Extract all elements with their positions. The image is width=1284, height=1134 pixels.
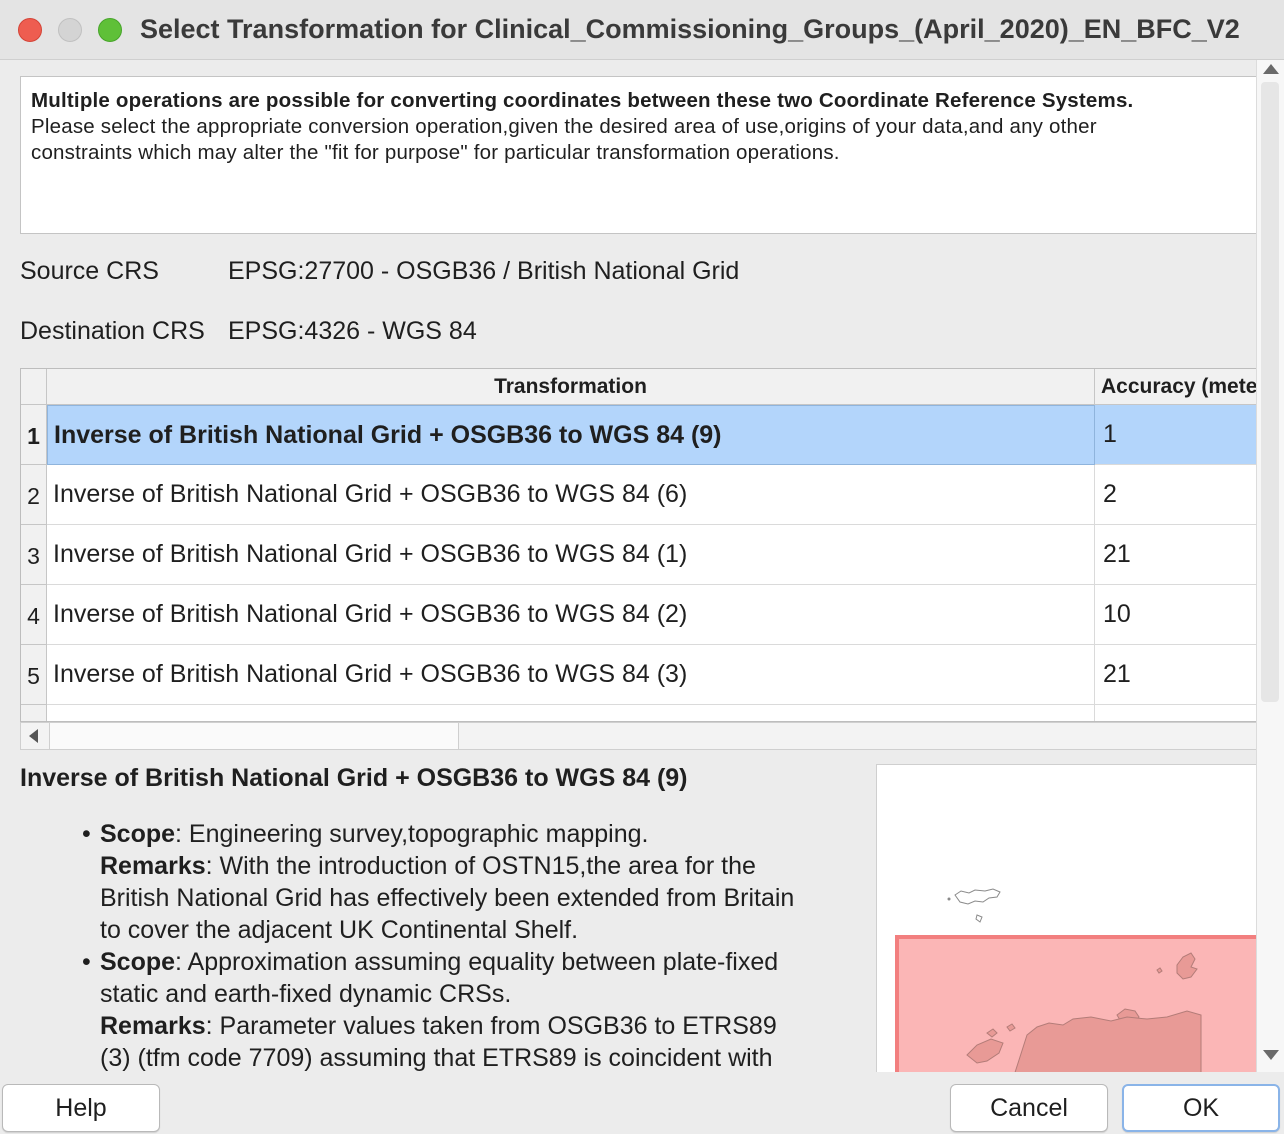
bullet-icon: • — [82, 948, 91, 976]
transformation-name-cell[interactable]: Inverse of British National Grid + OSGB3… — [47, 405, 1095, 465]
table-row[interactable]: 1 Inverse of British National Grid + OSG… — [21, 405, 1256, 465]
accuracy-cell[interactable]: 2 — [1095, 465, 1256, 525]
transformation-name-cell[interactable]: Inverse of British National Grid + OSGB3… — [47, 585, 1095, 645]
detail-item: • Scope: Approximation assuming equality… — [80, 946, 870, 1072]
accuracy-cell[interactable] — [1095, 705, 1256, 721]
scroll-up-arrow-icon[interactable] — [1263, 64, 1279, 74]
help-button[interactable]: Help — [2, 1084, 160, 1132]
ok-button[interactable]: OK — [1122, 1084, 1280, 1132]
selected-transformation-title: Inverse of British National Grid + OSGB3… — [20, 764, 688, 792]
table-corner-header — [21, 369, 47, 405]
transformation-name-cell[interactable]: Inverse of British National Grid + OSGB3… — [47, 645, 1095, 705]
transformation-table: Transformation Accuracy (meters) 1 Inver… — [20, 368, 1256, 722]
row-number: 4 — [21, 585, 47, 645]
window-title: Select Transformation for Clinical_Commi… — [140, 14, 1240, 44]
info-heading: Multiple operations are possible for con… — [31, 89, 1134, 112]
table-row-partial[interactable] — [21, 705, 1256, 721]
accuracy-cell[interactable]: 21 — [1095, 645, 1256, 705]
table-row[interactable]: 5 Inverse of British National Grid + OSG… — [21, 645, 1256, 705]
destination-crs-value: EPSG:4326 - WGS 84 — [228, 317, 477, 345]
transformation-column-header[interactable]: Transformation — [47, 369, 1095, 405]
detail-item: • Scope: Engineering survey,topographic … — [80, 818, 870, 946]
faroe-islands-shape — [947, 888, 1001, 923]
scope-text: static and earth-fixed dynamic CRSs. — [100, 980, 512, 1008]
row-number: 3 — [21, 525, 47, 585]
title-bar: Select Transformation for Clinical_Commi… — [0, 0, 1284, 60]
vertical-scroll-thumb[interactable] — [1261, 82, 1279, 702]
bullet-icon: • — [82, 820, 91, 848]
remarks-text: (3) (tfm code 7709) assuming that ETRS89… — [100, 1044, 773, 1072]
info-line-1: Please select the appropriate conversion… — [31, 115, 1097, 138]
accuracy-cell[interactable]: 1 — [1095, 405, 1256, 465]
remarks-text: : With the introduction of OSTN15,the ar… — [205, 852, 756, 880]
area-map-graphic — [895, 888, 1256, 1072]
row-number: 1 — [21, 405, 47, 465]
table-row[interactable]: 3 Inverse of British National Grid + OSG… — [21, 525, 1256, 585]
remarks-text: to cover the adjacent UK Continental She… — [100, 916, 579, 944]
minimize-window-button[interactable] — [58, 18, 82, 42]
transformation-name-cell[interactable]: Inverse of British National Grid + OSGB3… — [47, 525, 1095, 585]
remarks-text: British National Grid has effectively be… — [100, 884, 795, 912]
source-crs-value: EPSG:27700 - OSGB36 / British National G… — [228, 257, 740, 285]
remarks-text: : Parameter values taken from OSGB36 to … — [205, 1012, 777, 1040]
area-of-use-map — [876, 764, 1256, 1072]
source-crs-label: Source CRS — [20, 257, 159, 285]
scope-label: Scope — [100, 820, 176, 848]
table-horizontal-scrollbar[interactable] — [20, 722, 1256, 750]
accuracy-column-header[interactable]: Accuracy (meters) — [1095, 369, 1256, 405]
accuracy-cell[interactable]: 21 — [1095, 525, 1256, 585]
cancel-button[interactable]: Cancel — [950, 1084, 1108, 1132]
button-bar: Help Cancel OK — [0, 1072, 1284, 1134]
transformation-dialog: Select Transformation for Clinical_Commi… — [0, 0, 1284, 1134]
row-number — [21, 705, 47, 721]
remarks-label: Remarks — [100, 1012, 206, 1040]
scroll-down-arrow-icon[interactable] — [1263, 1050, 1279, 1060]
info-line-2: constraints which may alter the "fit for… — [31, 141, 840, 164]
transformation-name-cell[interactable] — [47, 705, 1095, 721]
table-row[interactable]: 4 Inverse of British National Grid + OSG… — [21, 585, 1256, 645]
destination-crs-label: Destination CRS — [20, 317, 205, 345]
accuracy-cell[interactable]: 10 — [1095, 585, 1256, 645]
dialog-vertical-scrollbar[interactable] — [1256, 60, 1284, 1072]
transformation-details-list: • Scope: Engineering survey,topographic … — [80, 818, 870, 1072]
zoom-window-button[interactable] — [98, 18, 122, 42]
scope-label: Scope — [100, 948, 176, 976]
scroll-left-arrow-icon[interactable] — [29, 729, 38, 743]
dialog-content: Multiple operations are possible for con… — [0, 60, 1256, 1072]
transformation-name-cell[interactable]: Inverse of British National Grid + OSGB3… — [47, 465, 1095, 525]
horizontal-scroll-thumb[interactable] — [49, 723, 459, 749]
row-number: 2 — [21, 465, 47, 525]
row-number: 5 — [21, 645, 47, 705]
scope-text: : Engineering survey,topographic mapping… — [175, 820, 649, 848]
remarks-label: Remarks — [100, 852, 206, 880]
table-row[interactable]: 2 Inverse of British National Grid + OSG… — [21, 465, 1256, 525]
scope-text: : Approximation assuming equality betwee… — [175, 948, 779, 976]
info-text-box: Multiple operations are possible for con… — [20, 76, 1256, 234]
close-window-button[interactable] — [18, 18, 42, 42]
